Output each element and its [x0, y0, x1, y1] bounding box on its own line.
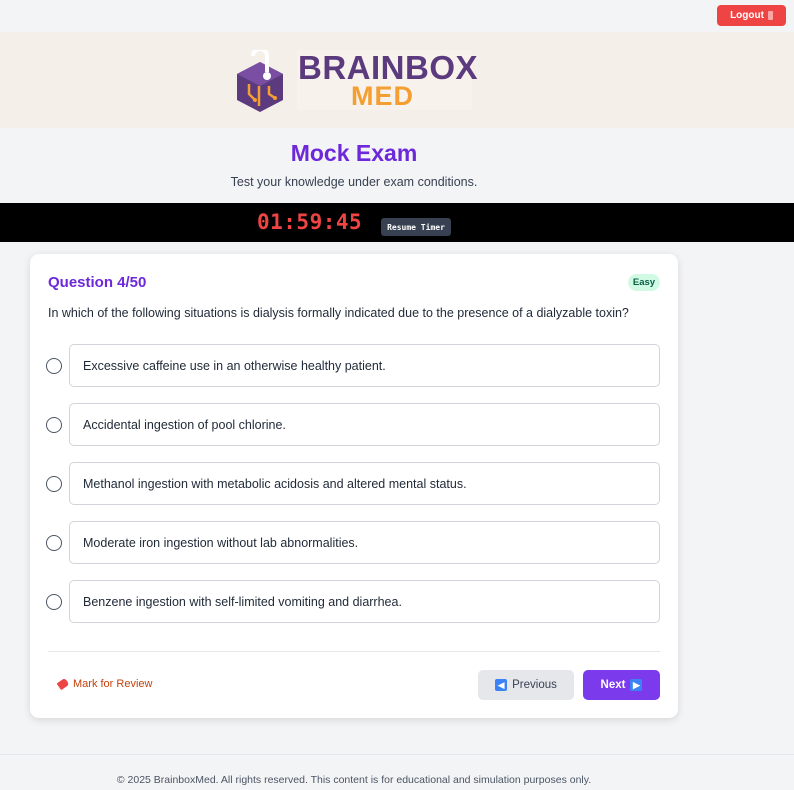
question-text: In which of the following situations is …: [48, 306, 629, 320]
footer-copyright: © 2025 BrainboxMed. All rights reserved.…: [116, 774, 592, 786]
page-header: Mock Exam Test your knowledge under exam…: [0, 128, 794, 203]
countdown-timer: 01:59:45: [257, 210, 363, 234]
option-label[interactable]: Benzene ingestion with self-limited vomi…: [69, 580, 660, 623]
resume-timer-button[interactable]: Resume Timer: [381, 218, 451, 236]
arrow-left-icon: ◀: [495, 679, 508, 691]
page-title: Mock Exam: [290, 140, 418, 166]
top-bar: Logout: [0, 0, 794, 32]
timer-bar: 01:59:45 Resume Timer: [0, 203, 794, 242]
logout-label: Logout: [730, 10, 764, 21]
previous-button[interactable]: ◀ Previous: [478, 670, 574, 700]
option-label[interactable]: Accidental ingestion of pool chlorine.: [69, 403, 660, 446]
door-icon: [767, 11, 773, 20]
brand-name-line2: MED: [351, 81, 414, 111]
previous-label: Previous: [512, 679, 557, 691]
option-radio[interactable]: [46, 417, 62, 433]
brand-banner: BRAINBOX MED: [0, 32, 794, 128]
difficulty-badge: Easy: [628, 274, 660, 291]
mark-for-review-button[interactable]: Mark for Review: [56, 677, 153, 691]
option-radio[interactable]: [46, 358, 62, 374]
arrow-right-icon: ▶: [630, 679, 643, 691]
question-card: Question 4/50 Easy In which of the follo…: [30, 254, 678, 718]
option-radio[interactable]: [46, 476, 62, 492]
mark-review-label: Mark for Review: [73, 678, 153, 690]
option-radio[interactable]: [46, 594, 62, 610]
logout-button[interactable]: Logout: [717, 5, 786, 26]
answer-option[interactable]: Moderate iron ingestion without lab abno…: [46, 521, 660, 564]
option-label[interactable]: Methanol ingestion with metabolic acidos…: [69, 462, 660, 505]
answer-option[interactable]: Excessive caffeine use in an otherwise h…: [46, 344, 660, 387]
footer-divider: [0, 754, 794, 755]
next-label: Next: [600, 679, 626, 691]
answer-option[interactable]: Methanol ingestion with metabolic acidos…: [46, 462, 660, 505]
question-number: Question 4/50: [48, 274, 147, 291]
answer-option[interactable]: Benzene ingestion with self-limited vomi…: [46, 580, 660, 623]
brain-stethoscope-icon: [237, 50, 283, 112]
card-divider: [48, 651, 660, 652]
answer-option[interactable]: Accidental ingestion of pool chlorine.: [46, 403, 660, 446]
next-button[interactable]: Next ▶: [583, 670, 660, 700]
tag-icon: [56, 677, 70, 691]
page-subtitle: Test your knowledge under exam condition…: [230, 175, 478, 189]
option-label[interactable]: Moderate iron ingestion without lab abno…: [69, 521, 660, 564]
option-radio[interactable]: [46, 535, 62, 551]
option-label[interactable]: Excessive caffeine use in an otherwise h…: [69, 344, 660, 387]
